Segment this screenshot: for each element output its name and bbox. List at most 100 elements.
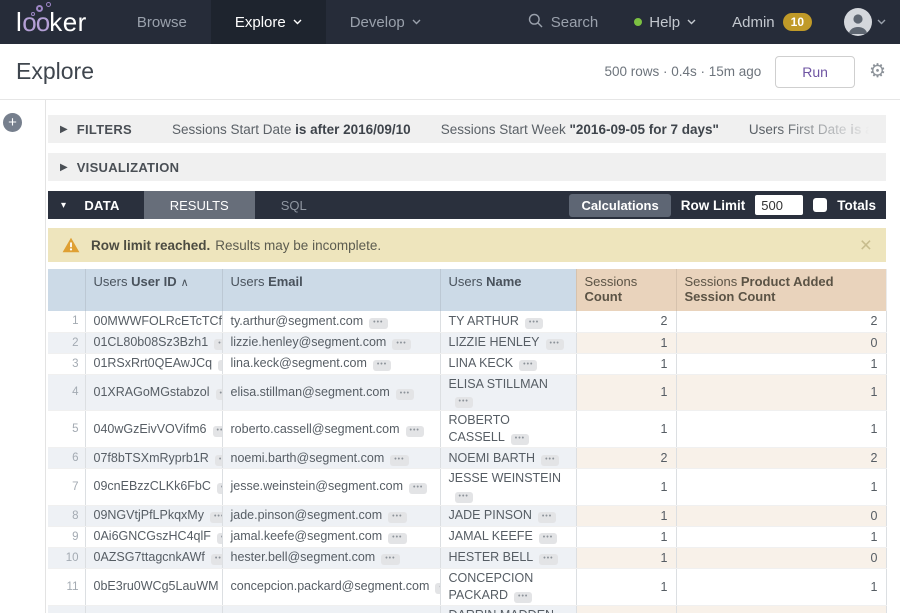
- cell-email[interactable]: concepcion.packard@segment.com•••: [222, 568, 440, 605]
- cell-user-id[interactable]: 0bE3ru0WCg5LauWM•••: [85, 568, 222, 605]
- cell-count[interactable]: 1: [576, 353, 676, 374]
- cell-menu-icon[interactable]: •••: [511, 434, 529, 445]
- column-header-user-id[interactable]: Users User ID∧: [85, 269, 222, 311]
- cell-user-id[interactable]: 00MWWFOLRcETcTCf•••: [85, 311, 222, 332]
- cell-name[interactable]: JADE PINSON•••: [440, 505, 576, 526]
- filter-item[interactable]: Users First Date is after 2016/09/10: [749, 122, 886, 137]
- cell-email[interactable]: darrin.madden@segment.com•••: [222, 605, 440, 613]
- cell-product-added[interactable]: 1: [676, 605, 886, 613]
- cell-count[interactable]: 1: [576, 568, 676, 605]
- cell-user-id[interactable]: 040wGzEivVOVifm6•••: [85, 411, 222, 448]
- cell-user-id[interactable]: 0AZSG7ttagcnkAWf•••: [85, 547, 222, 568]
- cell-product-added[interactable]: 1: [676, 353, 886, 374]
- cell-product-added[interactable]: 1: [676, 411, 886, 448]
- gear-icon[interactable]: ⚙: [869, 62, 886, 81]
- cell-menu-icon[interactable]: •••: [390, 455, 408, 466]
- cell-product-added[interactable]: 2: [676, 448, 886, 469]
- cell-menu-icon[interactable]: •••: [214, 339, 222, 350]
- cell-menu-icon[interactable]: •••: [525, 318, 543, 329]
- nav-item-explore[interactable]: Explore: [211, 0, 326, 44]
- column-header-product-added[interactable]: Sessions Product Added Session Count: [676, 269, 886, 311]
- run-button[interactable]: Run: [775, 56, 855, 88]
- cell-menu-icon[interactable]: •••: [541, 455, 559, 466]
- column-header-email[interactable]: Users Email: [222, 269, 440, 311]
- cell-product-added[interactable]: 1: [676, 526, 886, 547]
- cell-product-added[interactable]: 2: [676, 311, 886, 332]
- tab-results[interactable]: RESULTS: [144, 191, 255, 219]
- cell-name[interactable]: NOEMI BARTH•••: [440, 448, 576, 469]
- cell-count[interactable]: 1: [576, 526, 676, 547]
- nav-item-browse[interactable]: Browse: [113, 0, 211, 44]
- cell-count[interactable]: 1: [576, 411, 676, 448]
- cell-name[interactable]: DARRIN MADDEN•••: [440, 605, 576, 613]
- cell-menu-icon[interactable]: •••: [539, 533, 557, 544]
- cell-menu-icon[interactable]: •••: [218, 360, 222, 371]
- cell-menu-icon[interactable]: •••: [388, 512, 406, 523]
- cell-name[interactable]: LINA KECK•••: [440, 353, 576, 374]
- cell-menu-icon[interactable]: •••: [210, 512, 222, 523]
- filter-item[interactable]: Sessions Start Date is after 2016/09/10: [172, 122, 411, 137]
- cell-name[interactable]: CONCEPCION PACKARD•••: [440, 568, 576, 605]
- cell-menu-icon[interactable]: •••: [213, 426, 222, 437]
- cell-menu-icon[interactable]: •••: [514, 592, 532, 603]
- cell-count[interactable]: 1: [576, 469, 676, 506]
- cell-name[interactable]: ROBERTO CASSELL•••: [440, 411, 576, 448]
- totals-checkbox[interactable]: [813, 198, 827, 212]
- cell-user-id[interactable]: 01XRAGoMGstabzol•••: [85, 374, 222, 411]
- cell-menu-icon[interactable]: •••: [546, 339, 564, 350]
- cell-user-id[interactable]: 0Ai6GNCGszHC4qlF•••: [85, 526, 222, 547]
- cell-user-id[interactable]: 0CqEiDUgSI0OFTxh•••: [85, 605, 222, 613]
- cell-menu-icon[interactable]: •••: [369, 318, 387, 329]
- cell-user-id[interactable]: 01CL80b08Sz3Bzh1•••: [85, 332, 222, 353]
- cell-count[interactable]: 2: [576, 448, 676, 469]
- cell-menu-icon[interactable]: •••: [216, 389, 222, 400]
- cell-product-added[interactable]: 0: [676, 505, 886, 526]
- cell-name[interactable]: HESTER BELL•••: [440, 547, 576, 568]
- help-menu[interactable]: Help: [620, 14, 710, 31]
- cell-user-id[interactable]: 01RSxRrt0QEAwJCq•••: [85, 353, 222, 374]
- cell-user-id[interactable]: 09NGVtjPfLPkqxMy•••: [85, 505, 222, 526]
- cell-count[interactable]: 1: [576, 505, 676, 526]
- cell-name[interactable]: ELISA STILLMAN•••: [440, 374, 576, 411]
- cell-email[interactable]: roberto.cassell@segment.com•••: [222, 411, 440, 448]
- nav-item-develop[interactable]: Develop: [326, 0, 445, 44]
- calculations-button[interactable]: Calculations: [569, 194, 670, 217]
- cell-menu-icon[interactable]: •••: [435, 583, 440, 594]
- cell-name[interactable]: JESSE WEINSTEIN•••: [440, 469, 576, 506]
- close-icon[interactable]: ×: [860, 235, 872, 256]
- search-button[interactable]: Search: [514, 13, 613, 32]
- user-menu[interactable]: [834, 8, 886, 36]
- cell-menu-icon[interactable]: •••: [455, 397, 473, 408]
- cell-menu-icon[interactable]: •••: [388, 533, 406, 544]
- cell-menu-icon[interactable]: •••: [406, 426, 424, 437]
- cell-menu-icon[interactable]: •••: [396, 389, 414, 400]
- admin-menu[interactable]: Admin 10: [718, 13, 826, 31]
- cell-product-added[interactable]: 1: [676, 374, 886, 411]
- cell-name[interactable]: JAMAL KEEFE•••: [440, 526, 576, 547]
- cell-menu-icon[interactable]: •••: [538, 512, 556, 523]
- cell-product-added[interactable]: 1: [676, 469, 886, 506]
- cell-menu-icon[interactable]: •••: [519, 360, 537, 371]
- cell-menu-icon[interactable]: •••: [217, 533, 222, 544]
- cell-email[interactable]: jade.pinson@segment.com•••: [222, 505, 440, 526]
- cell-menu-icon[interactable]: •••: [217, 483, 222, 494]
- cell-product-added[interactable]: 0: [676, 547, 886, 568]
- cell-menu-icon[interactable]: •••: [211, 554, 222, 565]
- cell-email[interactable]: elisa.stillman@segment.com•••: [222, 374, 440, 411]
- cell-count[interactable]: 1: [576, 374, 676, 411]
- cell-menu-icon[interactable]: •••: [373, 360, 391, 371]
- data-section-toggle[interactable]: ▾ DATA: [48, 191, 144, 219]
- cell-email[interactable]: jesse.weinstein@segment.com•••: [222, 469, 440, 506]
- cell-menu-icon[interactable]: •••: [215, 455, 222, 466]
- cell-email[interactable]: jamal.keefe@segment.com•••: [222, 526, 440, 547]
- filter-item[interactable]: Sessions Start Week "2016-09-05 for 7 da…: [441, 122, 719, 137]
- tab-sql[interactable]: SQL: [255, 191, 333, 219]
- cell-count[interactable]: 1: [576, 605, 676, 613]
- cell-menu-icon[interactable]: •••: [539, 554, 557, 565]
- cell-menu-icon[interactable]: •••: [392, 339, 410, 350]
- cell-count[interactable]: 2: [576, 311, 676, 332]
- cell-email[interactable]: lina.keck@segment.com•••: [222, 353, 440, 374]
- cell-email[interactable]: ty.arthur@segment.com•••: [222, 311, 440, 332]
- cell-name[interactable]: TY ARTHUR•••: [440, 311, 576, 332]
- cell-count[interactable]: 1: [576, 547, 676, 568]
